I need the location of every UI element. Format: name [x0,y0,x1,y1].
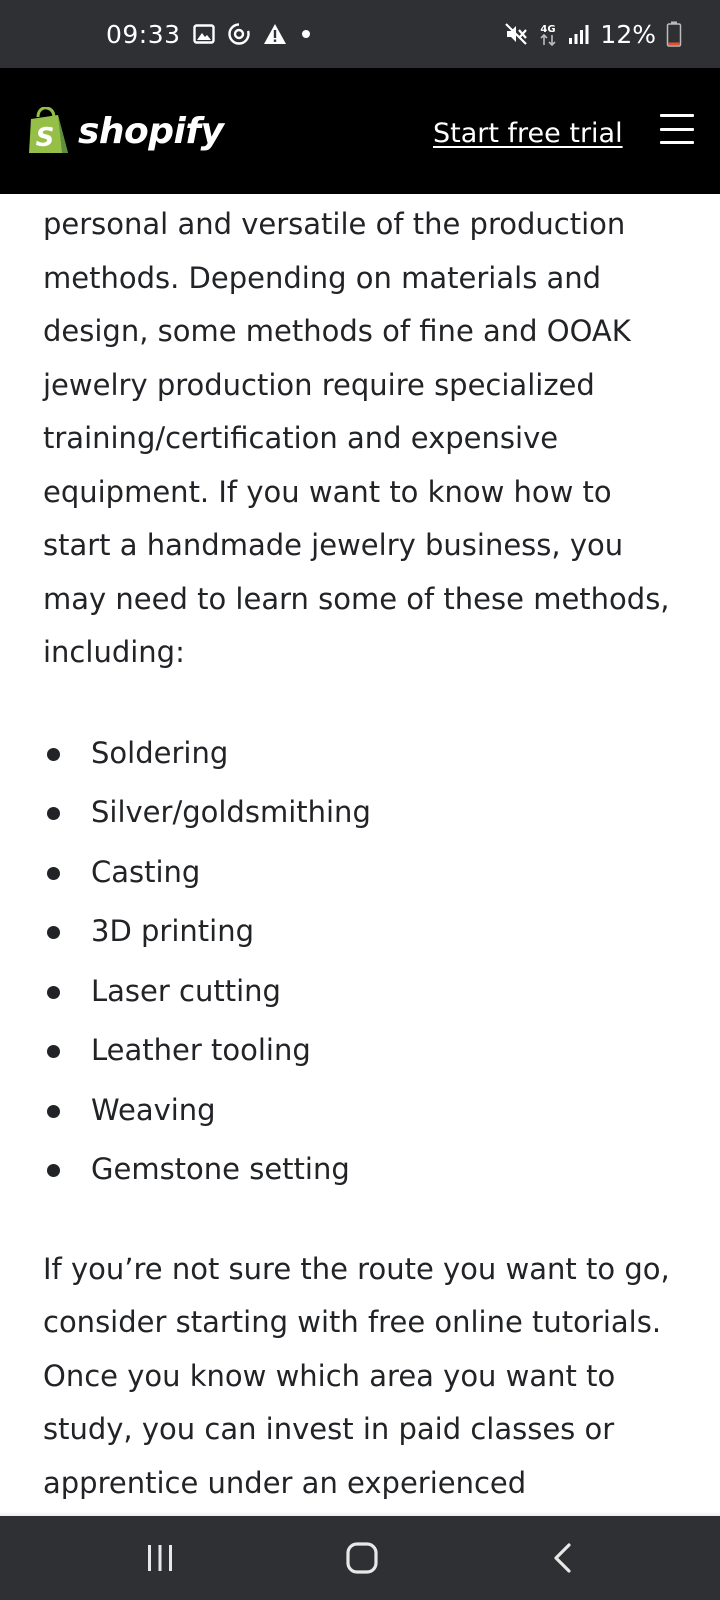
hamburger-menu-icon[interactable] [660,114,694,144]
bullet-dot-icon [47,1164,60,1177]
recent-apps-icon[interactable] [100,1516,220,1600]
bullet-dot-icon [47,1045,60,1058]
start-free-trial-link[interactable]: Start free trial [433,118,623,149]
list-item: Gemstone setting [43,1140,683,1200]
site-header: S shopify Start free trial [0,68,720,194]
menu-line [660,114,694,117]
list-item: Weaving [43,1081,683,1141]
network-type-label: 4G [541,24,556,35]
list-item-text: 3D printing [91,914,254,948]
shopping-bag-icon: S [28,107,70,155]
menu-line [660,127,694,131]
gallery-icon [192,23,215,45]
signal-icon [568,23,590,45]
warning-icon [263,23,287,45]
list-item: Silver/goldsmithing [43,783,683,843]
list-item-text: Casting [91,854,201,889]
home-icon[interactable] [302,1516,422,1600]
bullet-dot-icon [47,747,60,761]
list-item-text: Leather tooling [91,1033,311,1067]
sync-icon [227,22,251,46]
logo-wordmark: shopify [78,110,224,152]
methods-list: Soldering Silver/goldsmithing Casting 3D… [43,724,683,1200]
bullet-dot-icon [47,866,60,880]
list-item-text: Gemstone setting [91,1152,350,1186]
closing-paragraph: If you’re not sure the route you want to… [43,1251,670,1500]
list-item-text: Weaving [91,1092,216,1127]
mute-icon [504,22,528,46]
bullet-dot-icon [47,807,60,820]
dot-icon [299,27,313,41]
list-item: Casting [43,843,683,903]
status-right-group: 4G 12% [504,0,682,68]
menu-line [660,141,694,144]
system-navigation-bar [0,1516,720,1600]
article-body: personal and versatile of the production… [43,194,683,1510]
bullet-dot-icon [47,926,60,939]
status-time: 09:33 [106,19,181,49]
list-item-text: Laser cutting [91,973,281,1008]
bullet-dot-icon [47,1104,60,1118]
list-item-text: Silver/goldsmithing [91,795,371,829]
status-left-group: 09:33 [106,0,313,68]
intro-paragraph: personal and versatile of the production… [43,207,670,669]
battery-percent: 12% [600,19,656,49]
svg-text:S: S [36,123,55,153]
bullet-dot-icon [47,985,60,999]
4g-icon: 4G [538,21,558,47]
back-icon[interactable] [504,1516,624,1600]
list-item: Leather tooling [43,1021,683,1081]
status-bar: 09:33 4G 12% [0,0,720,68]
list-item: Laser cutting [43,962,683,1022]
list-item: Soldering [43,724,683,784]
shopify-logo[interactable]: S shopify [28,106,224,156]
list-item: 3D printing [43,902,683,962]
battery-icon [666,21,682,47]
list-item-text: Soldering [91,735,229,770]
